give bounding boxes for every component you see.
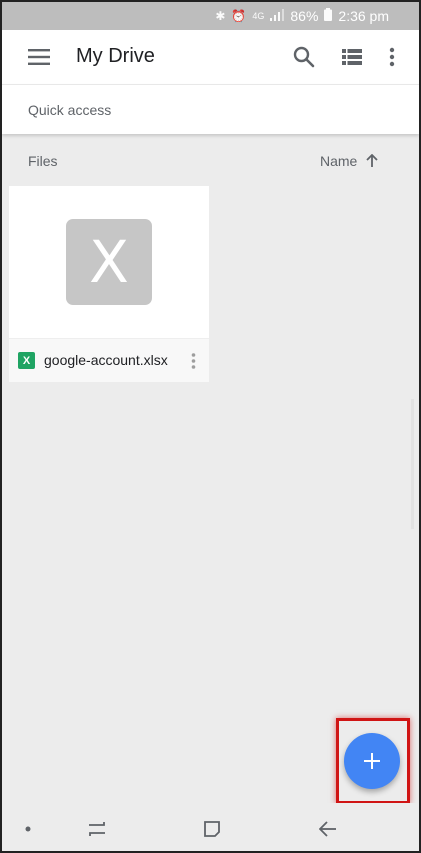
alarm-icon: ⏰ [231, 9, 247, 23]
home-button[interactable] [192, 811, 232, 847]
bluetooth-icon: ✱ [215, 9, 226, 23]
page-title: My Drive [76, 45, 155, 67]
network-4g-icon: 4G [252, 11, 265, 21]
status-bar: ✱ ⏰ 4G 86% 2:36 pm [2, 2, 419, 30]
new-item-button[interactable] [344, 733, 400, 789]
list-view-icon [342, 49, 362, 65]
list-view-button[interactable] [328, 33, 376, 81]
sort-by-name-button[interactable]: Name [320, 145, 379, 177]
arrow-up-icon [366, 154, 378, 167]
file-name: google-account.xlsx [44, 352, 168, 368]
xlsx-file-icon: X [18, 352, 35, 369]
file-card[interactable]: X X google-account.xlsx [9, 186, 209, 382]
thumbnail-letter: X [89, 228, 129, 296]
back-icon [319, 821, 336, 837]
menu-button[interactable] [15, 33, 63, 81]
more-options-button[interactable] [370, 33, 414, 81]
back-button[interactable] [308, 811, 348, 847]
scrollbar[interactable] [411, 399, 414, 529]
file-meta-row: X google-account.xlsx [9, 338, 209, 382]
more-vert-icon [389, 47, 395, 67]
recent-apps-icon [89, 822, 105, 836]
more-vert-icon [191, 353, 195, 369]
recent-apps-button[interactable] [77, 811, 117, 847]
app-bar: My Drive [2, 30, 419, 84]
nav-dot-icon [25, 826, 31, 832]
home-icon [204, 821, 220, 837]
quick-access-label: Quick access [28, 102, 112, 118]
xlsx-icon-letter: X [22, 354, 31, 367]
system-nav-bar [2, 803, 419, 851]
sort-label: Name [320, 153, 358, 169]
spreadsheet-thumbnail-icon: X [66, 219, 152, 305]
search-icon [293, 46, 315, 68]
files-section-label: Files [28, 153, 58, 169]
file-more-button[interactable] [181, 345, 205, 377]
signal-icon [270, 8, 285, 24]
file-thumbnail[interactable]: X [9, 186, 209, 336]
battery-icon [324, 8, 333, 24]
screen: ✱ ⏰ 4G 86% 2:36 pm My Drive Quick access… [0, 0, 421, 853]
menu-icon [28, 49, 50, 65]
plus-icon [364, 753, 380, 769]
status-time: 2:36 pm [338, 8, 389, 24]
battery-percent: 86% [290, 8, 319, 24]
search-button[interactable] [280, 33, 328, 81]
quick-access-section[interactable]: Quick access [2, 84, 419, 134]
nav-dot-button[interactable] [8, 811, 48, 847]
